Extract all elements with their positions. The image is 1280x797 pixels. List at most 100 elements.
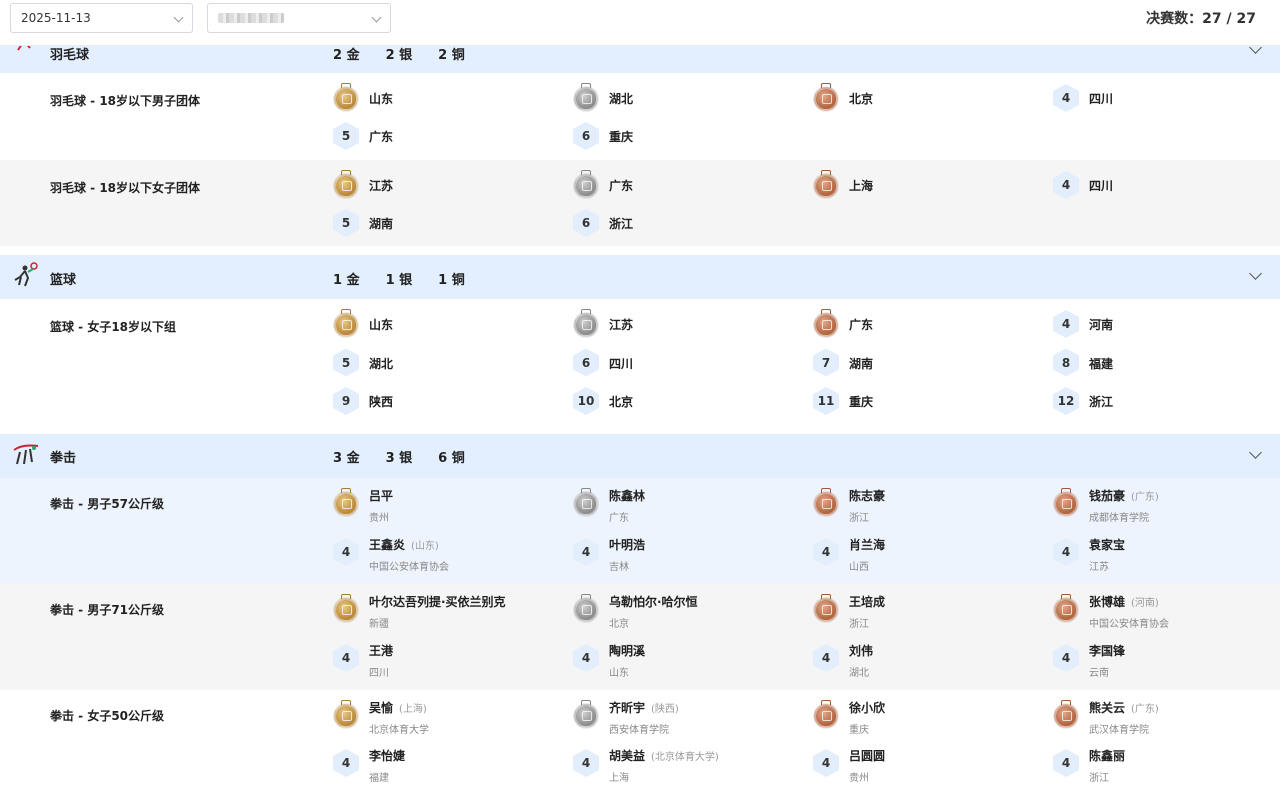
medal-tally: 2 金 2 银 2 铜 — [333, 44, 491, 63]
silver-medal-icon — [573, 309, 599, 339]
result-name: 李怡婕 — [369, 749, 406, 763]
chevron-down-icon[interactable] — [1249, 446, 1262, 459]
result-name: 陈志豪 — [849, 489, 886, 503]
silver-count: 2 银 — [385, 48, 413, 63]
result-team: 四川 — [369, 668, 389, 679]
date-select[interactable]: 2025-11-13 — [10, 3, 193, 33]
result-name-block: 王港 四川 — [369, 640, 393, 679]
result-name: 袁家宝 — [1089, 538, 1126, 552]
result-team: 浙江 — [849, 513, 869, 524]
rank-badge: 4 — [1053, 538, 1079, 566]
chevron-down-icon[interactable] — [1249, 267, 1262, 280]
result-name: 湖北 — [369, 356, 394, 371]
result-name: 王培成 — [849, 595, 886, 609]
silver-count: 1 银 — [385, 273, 413, 288]
rank-badge: 4 — [333, 538, 359, 566]
rank-badge: 11 — [813, 387, 839, 415]
result-name-block: 袁家宝 江苏 — [1089, 534, 1125, 573]
result-name-block: 四川 — [609, 353, 633, 372]
result-team: 浙江 — [1089, 773, 1109, 784]
filter-bar: 2025-11-13 决赛数：27 / 27 — [0, 0, 1280, 46]
sport-header[interactable]: 拳击 3 金 3 银 6 铜 — [0, 434, 1280, 478]
event-row: 羽毛球 - 18岁以下男子团体 山东 湖北 北京 4 四川 5 广东 6 重庆 — [0, 73, 1280, 160]
result-team: 山东 — [609, 668, 629, 679]
result-team: 中国公安体育协会 — [369, 562, 449, 573]
rank-badge: 8 — [1053, 348, 1079, 377]
result-province: (河南) — [1131, 598, 1159, 609]
result-name-block: 陈志豪 浙江 — [849, 485, 885, 524]
result-name: 熊关云 — [1089, 701, 1126, 715]
result-name-block: 四川 — [1089, 175, 1113, 194]
event-name: 拳击 - 男子57公斤级 — [50, 497, 165, 511]
result-name: 江苏 — [369, 179, 394, 193]
gold-medal-icon — [333, 83, 359, 113]
result-name-block: 浙江 — [1089, 391, 1113, 410]
result-name: 钱茄豪 — [1089, 489, 1126, 503]
event-row: 拳击 - 男子71公斤级 叶尔达吾列提·买依兰别克 新疆 乌勒怕尔·哈尔恒 北京 王培成浙… — [0, 584, 1280, 690]
silver-medal-icon — [573, 594, 599, 624]
event-row: 拳击 - 女子50公斤级 吴愉 (上海) 北京体育大学 齐昕宇 (陕西) 西安体育学院 徐小欣… — [0, 690, 1280, 797]
bronze-medal-icon — [1053, 700, 1079, 730]
rank-badge: 4 — [813, 538, 839, 566]
bronze-medal-icon — [813, 488, 839, 518]
result-team: 贵州 — [369, 513, 389, 524]
bronze-medal-icon — [813, 594, 839, 624]
result-team: 江苏 — [1089, 562, 1109, 573]
result-name: 吕平 — [369, 489, 394, 503]
result-name: 广东 — [849, 318, 874, 332]
rank-badge: 5 — [333, 122, 359, 150]
result-name: 胡美益 — [609, 749, 646, 763]
rank-badge: 4 — [813, 644, 839, 672]
silver-medal-icon — [573, 488, 599, 518]
result-name-block: 张博雄 (河南) 中国公安体育协会 — [1089, 591, 1169, 630]
result-team: 武汉体育学院 — [1089, 725, 1149, 736]
event-row: 拳击 - 男子57公斤级 吕平 贵州 陈鑫林 广东 陈志豪 浙江 钱茄豪 (广东) 成都体育学院 4… — [0, 478, 1280, 584]
result-name-block: 北京 — [849, 88, 873, 107]
sport-header[interactable]: 篮球 1 金 1 银 1 铜 — [0, 255, 1280, 299]
result-name: 湖南 — [369, 217, 394, 231]
gold-medal-icon — [333, 594, 359, 624]
result-name: 浙江 — [609, 217, 634, 231]
result-name-block: 江苏 — [609, 314, 633, 333]
result-province: (北京体育大学) — [651, 752, 719, 763]
result-team: 吉林 — [609, 562, 629, 573]
sport-icon — [12, 261, 40, 289]
result-name: 张博雄 — [1089, 595, 1126, 609]
result-name: 陶明溪 — [609, 644, 646, 658]
result-name-block: 李国锋 云南 — [1089, 640, 1125, 679]
gold-medal-icon — [333, 309, 359, 339]
result-name-block: 湖南 — [369, 213, 393, 232]
result-name-block: 齐昕宇 (陕西) 西安体育学院 — [609, 697, 679, 736]
event-name: 拳击 - 男子71公斤级 — [50, 603, 165, 617]
result-name: 北京 — [609, 395, 634, 409]
gold-medal-icon — [333, 488, 359, 518]
category-select[interactable] — [207, 3, 391, 33]
sport-icon — [12, 440, 40, 468]
result-name-block: 福建 — [1089, 353, 1113, 372]
bronze-count: 2 铜 — [438, 48, 465, 63]
result-name: 北京 — [849, 92, 874, 106]
result-name: 广东 — [369, 130, 394, 144]
result-name-block: 江苏 — [369, 175, 393, 194]
gold-count: 3 金 — [333, 451, 360, 466]
result-name: 叶明浩 — [609, 538, 646, 552]
result-name-block: 陈鑫林 广东 — [609, 485, 645, 524]
result-name-block: 上海 — [849, 175, 873, 194]
result-team: 上海 — [609, 773, 629, 784]
result-team: 福建 — [369, 773, 389, 784]
result-name-block: 湖南 — [849, 353, 873, 372]
result-province: (广东) — [1131, 704, 1159, 715]
result-name-block: 徐小欣 重庆 — [849, 697, 885, 736]
result-name-block: 王鑫炎 (山东) 中国公安体育协会 — [369, 534, 449, 573]
result-name: 徐小欣 — [849, 701, 886, 715]
medal-tally: 1 金 1 银 1 铜 — [333, 269, 491, 288]
result-name-block: 叶尔达吾列提·买依兰别克 新疆 — [369, 591, 506, 630]
result-name-block: 广东 — [849, 314, 873, 333]
result-name: 湖北 — [609, 92, 634, 106]
result-name: 吴愉 — [369, 701, 394, 715]
result-team: 重庆 — [849, 725, 869, 736]
result-name: 王鑫炎 — [369, 538, 406, 552]
event-name: 篮球 - 女子18岁以下组 — [50, 320, 177, 334]
gold-medal-icon — [333, 170, 359, 200]
rank-badge: 4 — [1053, 84, 1079, 112]
